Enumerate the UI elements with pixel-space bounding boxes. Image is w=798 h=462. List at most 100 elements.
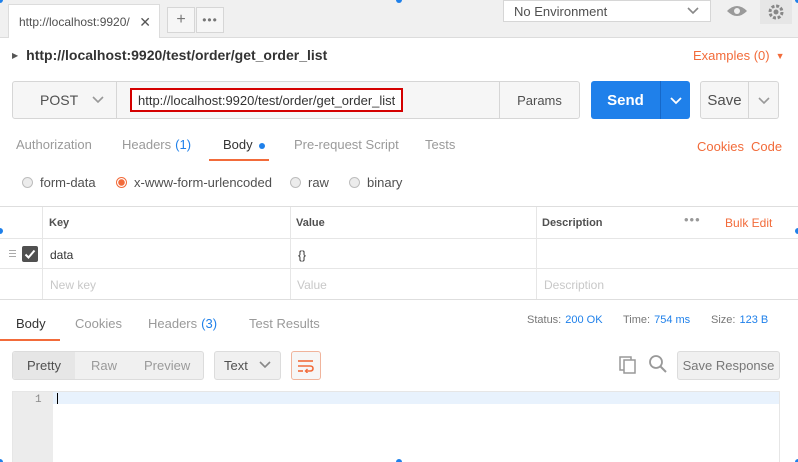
bulk-edit-link[interactable]: Bulk Edit (725, 216, 772, 230)
radio-icon (290, 177, 301, 188)
save-label: Save (707, 91, 742, 109)
search-icon (649, 355, 667, 373)
response-tab-headers[interactable]: Headers (3) (148, 316, 217, 331)
text-caret (57, 393, 58, 404)
radio-binary-label: binary (367, 175, 403, 190)
chevron-down-icon (92, 92, 104, 108)
time-label: Time: (623, 314, 651, 326)
column-header-description: Description (542, 217, 603, 229)
body-params-table: Key Value Description ••• Bulk Edit data… (0, 206, 798, 300)
gear-icon (768, 4, 784, 20)
status-label: Status: (527, 314, 562, 326)
method-select-value: POST (40, 92, 79, 108)
tab-pre-request-script[interactable]: Pre-request Script (294, 137, 399, 152)
chevron-down-icon (669, 97, 682, 105)
more-tabs-button[interactable]: ••• (196, 7, 224, 33)
new-value-placeholder[interactable]: Value (297, 278, 327, 292)
radio-form-data[interactable]: form-data (22, 175, 96, 190)
radio-selected-icon (116, 177, 127, 188)
response-tab-headers-count: (3) (201, 316, 218, 331)
view-mode-group: Pretty Raw Preview (12, 351, 204, 380)
status-value: 200 OK (565, 314, 603, 326)
environment-select[interactable]: No Environment (503, 0, 711, 22)
tab-headers[interactable]: Headers (1) (122, 137, 191, 152)
response-tab-test-results-label: Test Results (249, 316, 320, 331)
active-tab-indicator (209, 159, 269, 161)
close-icon[interactable]: ✕ (139, 14, 151, 31)
editor-gutter (13, 392, 53, 462)
response-tab-body-label: Body (16, 316, 46, 331)
copy-button[interactable] (618, 355, 638, 378)
request-tab[interactable]: http://localhost:9920/ ✕ (8, 4, 160, 38)
method-select[interactable]: POST (12, 81, 117, 119)
radio-x-www-form-urlencoded-label: x-www-form-urlencoded (134, 175, 272, 190)
plus-icon: + (176, 11, 186, 28)
response-tab-cookies[interactable]: Cookies (75, 316, 122, 331)
response-size: Size: 123 B (711, 314, 768, 326)
search-button[interactable] (648, 354, 668, 377)
modified-dot-icon (258, 142, 265, 149)
time-value: 754 ms (654, 314, 691, 326)
copy-icon (619, 356, 636, 374)
params-button[interactable]: Params (499, 81, 580, 119)
eye-icon (727, 6, 747, 16)
tab-authorization[interactable]: Authorization (16, 137, 92, 152)
request-tab-label: http://localhost:9920/ (19, 14, 130, 29)
more-icon: ••• (202, 13, 218, 27)
param-key-cell[interactable]: data (50, 248, 73, 262)
tab-body[interactable]: Body (223, 137, 265, 152)
response-tab-cookies-label: Cookies (75, 316, 122, 331)
caret-down-icon: ▼ (775, 50, 785, 61)
new-description-placeholder[interactable]: Description (544, 278, 604, 292)
request-name-heading[interactable]: ▶ http://localhost:9920/test/order/get_o… (12, 47, 327, 63)
wrap-lines-button[interactable] (291, 351, 321, 380)
settings-button[interactable] (760, 0, 792, 24)
radio-binary[interactable]: binary (349, 175, 402, 190)
editor-active-line (53, 392, 779, 404)
tab-tests[interactable]: Tests (425, 137, 455, 152)
tab-body-label: Body (223, 137, 253, 152)
size-value: 123 B (739, 314, 769, 326)
more-icon[interactable]: ••• (684, 212, 701, 227)
column-header-key: Key (49, 217, 70, 229)
response-tab-headers-label: Headers (148, 316, 198, 331)
checkbox-icon[interactable] (22, 246, 38, 262)
size-label: Size: (711, 314, 736, 326)
radio-raw[interactable]: raw (290, 175, 329, 190)
format-select-value: Text (224, 358, 248, 373)
request-name-text: http://localhost:9920/test/order/get_ord… (26, 47, 328, 63)
url-input[interactable] (130, 88, 403, 112)
response-tab-body[interactable]: Body (16, 316, 46, 331)
environment-quick-look-button[interactable] (722, 0, 752, 22)
cookies-link[interactable]: Cookies (697, 139, 744, 154)
tab-headers-count: (1) (175, 137, 192, 152)
format-select[interactable]: Text (214, 351, 281, 380)
table-divider (0, 268, 798, 269)
table-column-divider (42, 207, 43, 300)
tab-pre-request-script-label: Pre-request Script (294, 137, 399, 152)
save-options-button[interactable] (749, 81, 779, 119)
send-button[interactable]: Send (591, 81, 660, 119)
radio-raw-label: raw (308, 175, 329, 190)
response-time: Time: 754 ms (623, 314, 690, 326)
save-response-button[interactable]: Save Response (677, 351, 780, 380)
view-mode-pretty[interactable]: Pretty (13, 352, 75, 379)
new-tab-button[interactable]: + (167, 7, 195, 33)
table-column-divider (290, 207, 291, 300)
chevron-down-icon (757, 97, 770, 105)
param-value-cell[interactable]: {} (298, 248, 306, 262)
new-key-placeholder[interactable]: New key (50, 278, 96, 292)
caret-right-icon: ▶ (12, 50, 19, 60)
response-body-editor[interactable]: 1 (12, 391, 780, 462)
radio-x-www-form-urlencoded[interactable]: x-www-form-urlencoded (116, 175, 272, 190)
response-tab-test-results[interactable]: Test Results (249, 316, 320, 331)
drag-handle-icon[interactable] (9, 250, 16, 259)
chevron-down-icon (259, 352, 271, 379)
view-mode-preview[interactable]: Preview (144, 352, 190, 379)
send-options-button[interactable] (660, 81, 690, 119)
code-link[interactable]: Code (751, 139, 782, 154)
examples-dropdown[interactable]: Examples (0) ▼ (693, 48, 785, 63)
view-mode-raw[interactable]: Raw (91, 352, 117, 379)
save-button[interactable]: Save (700, 81, 749, 119)
column-header-value: Value (296, 217, 325, 229)
